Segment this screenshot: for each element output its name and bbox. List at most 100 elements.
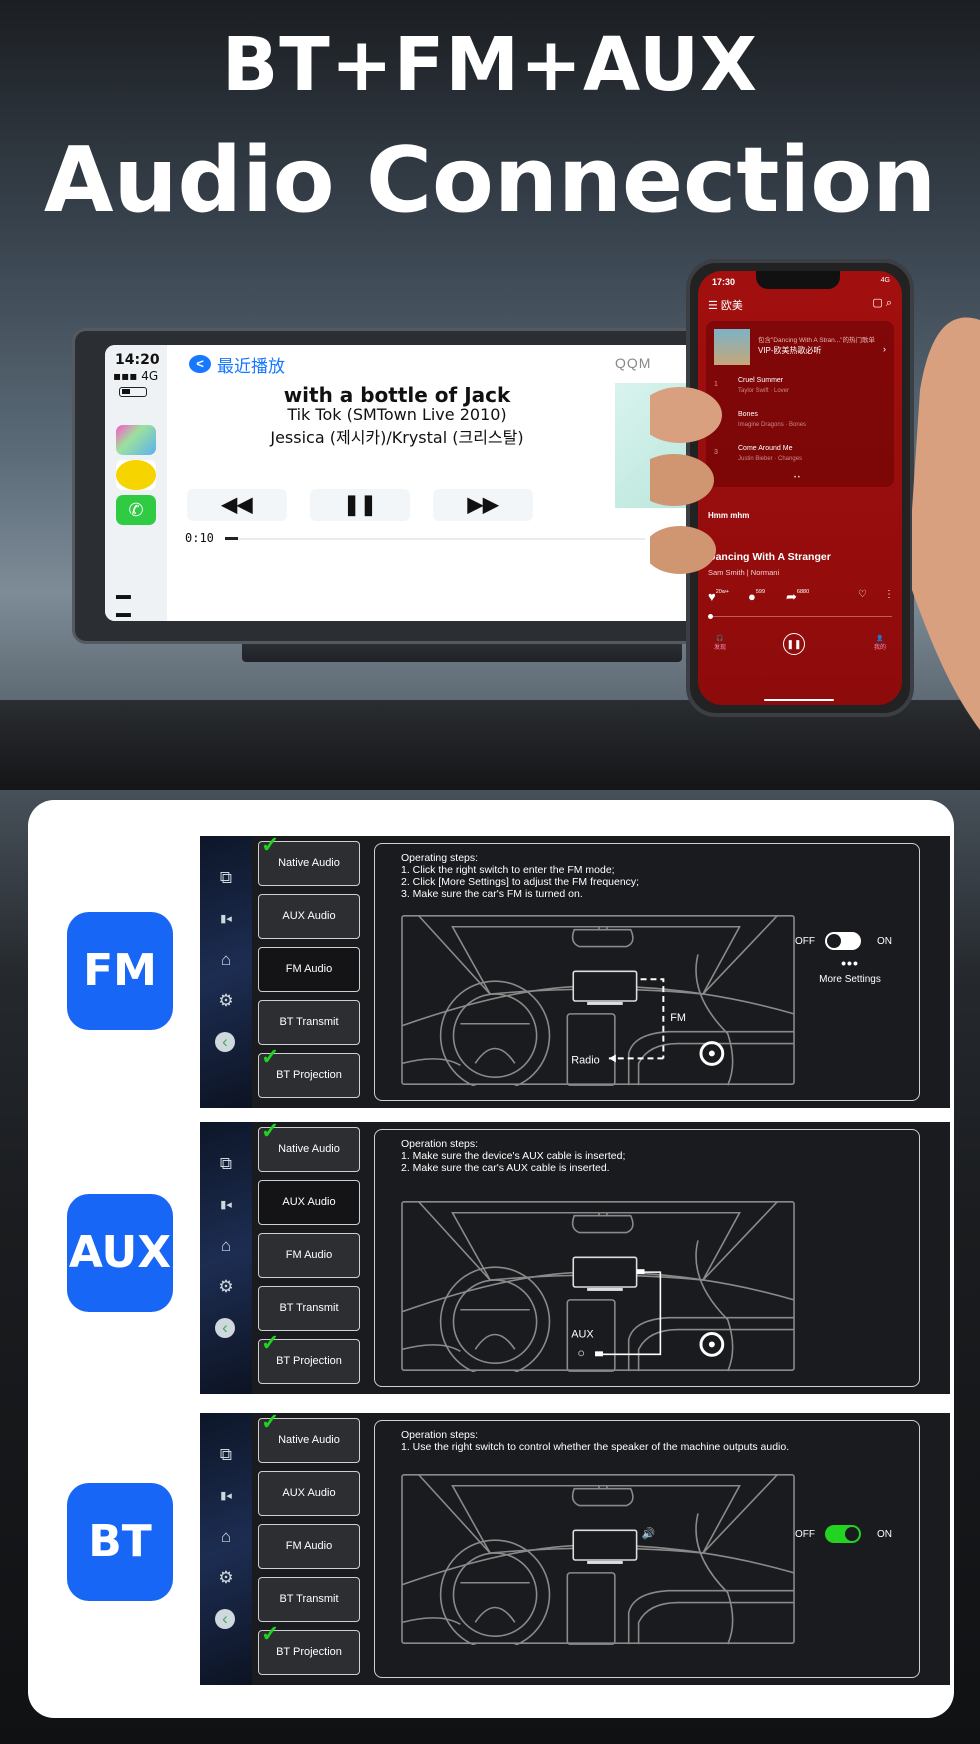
- carplay-screen: 14:20 ▪▪▪ 4G ✆ ▪▪▪▪ ▪▪▪▪ < 最近播放 QQM with …: [105, 345, 705, 621]
- menu-icon[interactable]: ☰: [708, 300, 721, 312]
- camera-icon[interactable]: ▮◂: [215, 1195, 237, 1215]
- menu-label: BT Transmit: [279, 1302, 339, 1314]
- action-bar: ♥20w+ ●599 ➦6880 ♡ ⋮: [708, 589, 894, 609]
- playlist-subtitle: 包含"Dancing With A Stran..."的热门歌单: [758, 337, 875, 344]
- back-button[interactable]: <: [189, 355, 211, 373]
- phone-app-icon[interactable]: ✆: [116, 495, 156, 525]
- progress-bar[interactable]: [225, 537, 645, 540]
- now-playing-title: Dancing With A Stranger: [708, 551, 831, 563]
- maps-app-icon[interactable]: [116, 425, 156, 455]
- fm-toggle[interactable]: [825, 932, 861, 950]
- free-icon[interactable]: ▢: [872, 297, 882, 309]
- more-icon[interactable]: ⋮: [884, 589, 894, 600]
- home-icon[interactable]: ⌂: [215, 950, 237, 970]
- song-artist: Jessica (제시카)/Krystal (크리스탈): [270, 428, 524, 447]
- menu-bt-transmit[interactable]: BT Transmit: [258, 1577, 360, 1622]
- chevron-right-icon[interactable]: ›: [883, 344, 886, 354]
- step: 2. Make sure the car's AUX cable is inse…: [401, 1162, 610, 1174]
- menu-label: Native Audio: [278, 1434, 340, 1446]
- forward-button[interactable]: ▶▶: [433, 489, 533, 521]
- breadcrumb[interactable]: 最近播放: [217, 352, 285, 377]
- menu-bt-projection[interactable]: BT Projection ✓: [258, 1046, 360, 1098]
- camera-icon[interactable]: ▮◂: [215, 909, 237, 929]
- menu-aux-audio[interactable]: AUX Audio: [258, 1471, 360, 1516]
- instructions-box: Operation steps: 1. Make sure the device…: [374, 1129, 920, 1387]
- settings-icon[interactable]: ⚙: [215, 1277, 237, 1297]
- menu-native-audio[interactable]: Native Audio ✓: [258, 834, 360, 886]
- fm-settings-panel: ⧉ ▮◂ ⌂ ⚙ ‹ BT Projection ✓ BT Transmit FM Audio…: [200, 834, 950, 1108]
- menu-label: BT Projection: [276, 1646, 342, 1658]
- multiwindow-icon[interactable]: ⧉: [215, 1445, 237, 1465]
- more-settings-button[interactable]: ••• More Settings: [795, 956, 905, 985]
- comment-button[interactable]: ●599: [748, 589, 765, 604]
- like-button[interactable]: ♥20w+: [708, 589, 729, 604]
- menu-bt-transmit[interactable]: BT Transmit: [258, 1286, 360, 1331]
- checkmark-icon: ✓: [261, 1118, 280, 1143]
- phone-clock: 17:30: [712, 277, 736, 287]
- back-icon[interactable]: ‹: [215, 1032, 235, 1052]
- fm-switch-row: OFF ON: [795, 932, 905, 952]
- menu-label: BT Projection: [276, 1069, 342, 1081]
- phone-signal: 4G: [880, 277, 890, 284]
- headline-line1: BT+FM+AUX: [221, 22, 759, 108]
- song-artist: Imagine Dragons · Bones: [738, 422, 807, 428]
- playlist-card[interactable]: 包含"Dancing With A Stran..."的热门歌单 VIP-欧美热…: [706, 321, 894, 487]
- progress-thumb[interactable]: [708, 614, 713, 619]
- menu-fm-audio[interactable]: FM Audio: [258, 1524, 360, 1569]
- camera-icon[interactable]: ▮◂: [215, 1486, 237, 1506]
- menu-fm-audio[interactable]: FM Audio: [258, 1233, 360, 1278]
- back-icon[interactable]: ‹: [215, 1609, 235, 1629]
- pause-button[interactable]: ❚❚: [310, 489, 410, 521]
- settings-icon[interactable]: ⚙: [215, 1568, 237, 1588]
- menu-bt-projection[interactable]: BT Projection ✓: [258, 1623, 360, 1675]
- menu-label: AUX Audio: [282, 910, 336, 922]
- menu-label: BT Transmit: [279, 1016, 339, 1028]
- menu-label: AUX Audio: [282, 1196, 336, 1208]
- panel-sidebar: ⧉ ▮◂ ⌂ ⚙ ‹: [200, 1122, 252, 1394]
- elapsed-time: 0:10: [185, 531, 214, 545]
- multiwindow-icon[interactable]: ⧉: [215, 1154, 237, 1174]
- menu-label: BT Projection: [276, 1355, 342, 1367]
- lyric-line: with a bottle of Jack: [283, 383, 511, 407]
- menu-label: FM Audio: [285, 1540, 333, 1552]
- menu-tab[interactable]: ☰ 欧美: [708, 297, 743, 313]
- step: 3. Make sure the car's FM is turned on.: [401, 888, 583, 900]
- menu-label: Native Audio: [278, 857, 340, 869]
- steps-heading: Operation steps:: [401, 1138, 479, 1150]
- share-count: 6880: [796, 589, 810, 595]
- menu-aux-audio[interactable]: AUX Audio: [258, 894, 360, 939]
- nav-discover[interactable]: 🎧 发现: [714, 635, 726, 651]
- song-artist: Taylor Swift · Lover: [738, 388, 790, 394]
- bt-switch-row: OFF ON: [795, 1525, 905, 1545]
- app-grid-icon[interactable]: ▪▪▪▪ ▪▪▪▪: [115, 589, 132, 621]
- nav-mine[interactable]: 👤 我的: [874, 635, 886, 651]
- smartphone: 17:30 4G ☰ 欧美 ▢ ⌕ 包含"Dancing With A Stra…: [686, 259, 914, 717]
- phone-notch: [756, 271, 840, 289]
- share-button[interactable]: ➦6880: [786, 589, 809, 605]
- battery-icon: [119, 387, 147, 397]
- rewind-button[interactable]: ◀◀: [187, 489, 287, 521]
- song-title: Come Around Me: [738, 445, 793, 452]
- menu-bt-transmit[interactable]: BT Transmit: [258, 1000, 360, 1045]
- off-label: OFF: [795, 1529, 815, 1540]
- back-icon[interactable]: ‹: [215, 1318, 235, 1338]
- phone-progress-bar[interactable]: [708, 614, 892, 619]
- settings-icon[interactable]: ⚙: [215, 991, 237, 1011]
- home-icon[interactable]: ⌂: [215, 1236, 237, 1256]
- step: 1. Make sure the device's AUX cable is i…: [401, 1150, 626, 1162]
- speaker-toggle[interactable]: [825, 1525, 861, 1543]
- on-label: ON: [877, 936, 892, 947]
- menu-aux-audio[interactable]: AUX Audio: [258, 1180, 360, 1225]
- play-pause-button[interactable]: ❚❚: [783, 633, 805, 655]
- qq-music-app-icon[interactable]: [116, 460, 156, 490]
- menu-native-audio[interactable]: Native Audio ✓: [258, 1120, 360, 1172]
- menu-fm-audio[interactable]: FM Audio: [258, 947, 360, 992]
- heart-check-icon[interactable]: ♡: [858, 589, 867, 600]
- search-icon[interactable]: ⌕: [886, 297, 892, 309]
- menu-bt-projection[interactable]: BT Projection ✓: [258, 1332, 360, 1384]
- step: 1. Use the right switch to control wheth…: [401, 1441, 790, 1453]
- home-icon[interactable]: ⌂: [215, 1527, 237, 1547]
- menu-native-audio[interactable]: Native Audio ✓: [258, 1411, 360, 1463]
- multiwindow-icon[interactable]: ⧉: [215, 868, 237, 888]
- network-label: 4G: [141, 369, 159, 383]
